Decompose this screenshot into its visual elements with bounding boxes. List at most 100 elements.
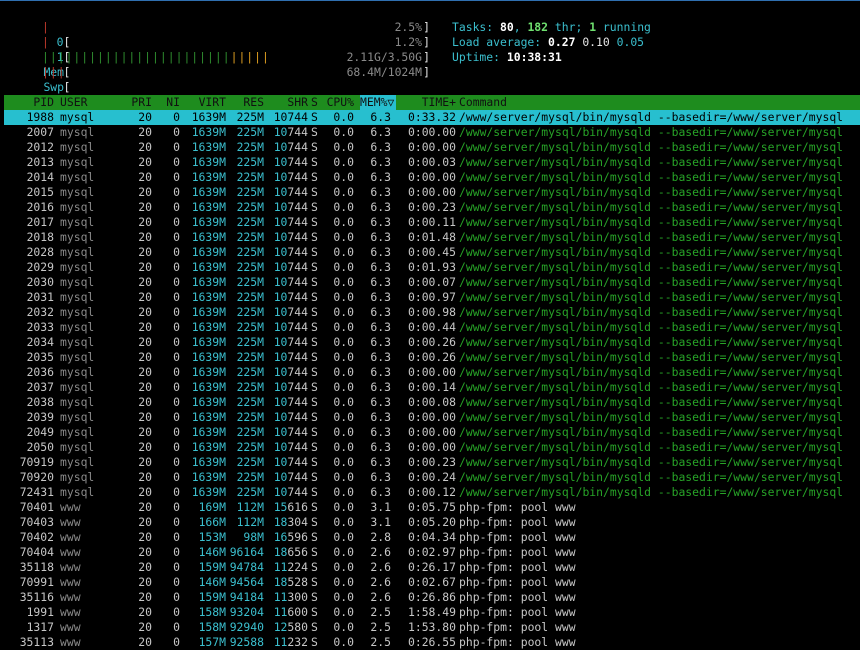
- cell-virt: 1639M: [191, 200, 226, 214]
- table-row[interactable]: 2038 mysql 20 0 1639M 225M 10744 S 0.0 6.3 0:00.08…: [4, 395, 860, 410]
- cell-cpu: 0.0: [333, 140, 354, 154]
- col-res[interactable]: RES: [228, 95, 264, 110]
- table-row[interactable]: 2036 mysql 20 0 1639M 225M 10744 S 0.0 6.3 0:00.00…: [4, 365, 860, 380]
- table-row[interactable]: 1988 mysql 20 0 1639M 225M 10744 S 0.0 6.3 0:33.32…: [4, 110, 860, 125]
- col-user[interactable]: USER: [60, 95, 87, 110]
- cell-cpu: 0.0: [333, 470, 354, 484]
- table-row[interactable]: 2018 mysql 20 0 1639M 225M 10744 S 0.0 6.3 0:01.48…: [4, 230, 860, 245]
- table-row[interactable]: 2007 mysql 20 0 1639M 225M 10744 S 0.0 6.3 0:00.00…: [4, 125, 860, 140]
- table-row[interactable]: 72431 mysql 20 0 1639M 225M 10744 S 0.0 6.3 0:00.1…: [4, 485, 860, 500]
- cell-pid: 70919: [19, 455, 54, 469]
- table-row[interactable]: 2012 mysql 20 0 1639M 225M 10744 S 0.0 6.3 0:00.00…: [4, 140, 860, 155]
- table-row[interactable]: 70920 mysql 20 0 1639M 225M 10744 S 0.0 6.3 0:00.2…: [4, 470, 860, 485]
- table-row[interactable]: 70919 mysql 20 0 1639M 225M 10744 S 0.0 6.3 0:00.2…: [4, 455, 860, 470]
- table-row[interactable]: 70402 www 20 0 153M 98M 16596 S 0.0 2.8 0:04.34 php…: [4, 530, 860, 545]
- col-ni[interactable]: NI: [154, 95, 180, 110]
- cell-state: S: [311, 500, 318, 514]
- cell-command: /www/server/mysql/bin/mysqld --basedir=/…: [459, 170, 844, 184]
- table-row[interactable]: 2035 mysql 20 0 1639M 225M 10744 S 0.0 6.3 0:00.26…: [4, 350, 860, 365]
- cell-state: S: [311, 320, 318, 334]
- cell-virt: 1639M: [191, 455, 226, 469]
- table-row[interactable]: 2030 mysql 20 0 1639M 225M 10744 S 0.0 6.3 0:00.07…: [4, 275, 860, 290]
- col-pri[interactable]: PRI: [104, 95, 152, 110]
- table-row[interactable]: 70401 www 20 0 169M 112M 15616 S 0.0 3.1 0:05.75 ph…: [4, 500, 860, 515]
- cell-shr: 10744: [273, 215, 308, 229]
- cell-virt: 1639M: [191, 335, 226, 349]
- process-table: PID USER PRI NI VIRT RES SHR S CPU% MEM%…: [4, 95, 860, 650]
- table-row[interactable]: 2034 mysql 20 0 1639M 225M 10744 S 0.0 6.3 0:00.26…: [4, 335, 860, 350]
- cell-cpu: 0.0: [333, 365, 354, 379]
- table-row[interactable]: 70404 www 20 0 146M 96164 18656 S 0.0 2.6 0:02.97 p…: [4, 545, 860, 560]
- cell-mem: 6.3: [370, 275, 391, 289]
- cell-pri: 20: [138, 275, 152, 289]
- cell-res: 225M: [236, 485, 264, 499]
- cell-pid: 2032: [26, 305, 54, 319]
- cell-user: mysql: [60, 155, 95, 169]
- cell-command: php-fpm: pool www: [459, 635, 576, 649]
- table-row[interactable]: 2017 mysql 20 0 1639M 225M 10744 S 0.0 6.3 0:00.11…: [4, 215, 860, 230]
- uptime-line: Uptime: 10:38:31: [452, 50, 562, 64]
- table-row[interactable]: 2050 mysql 20 0 1639M 225M 10744 S 0.0 6.3 0:00.00…: [4, 440, 860, 455]
- cell-cpu: 0.0: [333, 350, 354, 364]
- col-shr[interactable]: SHR: [266, 95, 308, 110]
- table-row[interactable]: 2013 mysql 20 0 1639M 225M 10744 S 0.0 6.3 0:00.03…: [4, 155, 860, 170]
- cell-pid: 2029: [26, 260, 54, 274]
- col-time[interactable]: TIME+: [394, 95, 456, 110]
- cell-command: php-fpm: pool www: [459, 590, 576, 604]
- table-row[interactable]: 1991 www 20 0 158M 93204 11600 S 0.0 2.5 1:58.49 ph…: [4, 605, 860, 620]
- cell-pid: 2017: [26, 215, 54, 229]
- table-row[interactable]: 2014 mysql 20 0 1639M 225M 10744 S 0.0 6.3 0:00.00…: [4, 170, 860, 185]
- table-row[interactable]: 2049 mysql 20 0 1639M 225M 10744 S 0.0 6.3 0:00.00…: [4, 425, 860, 440]
- cell-res: 225M: [236, 155, 264, 169]
- col-mem-sorted[interactable]: MEM%▽: [360, 95, 396, 110]
- cell-user: mysql: [60, 275, 95, 289]
- cell-command: /www/server/mysql/bin/mysqld --basedir=/…: [459, 290, 844, 304]
- cell-res: 225M: [236, 470, 264, 484]
- cell-pid: 35118: [19, 560, 54, 574]
- table-row[interactable]: 2039 mysql 20 0 1639M 225M 10744 S 0.0 6.3 0:00.00…: [4, 410, 860, 425]
- table-row[interactable]: 35118 www 20 0 159M 94784 11224 S 0.0 2.6 0:26.17 p…: [4, 560, 860, 575]
- cell-mem: 6.3: [370, 215, 391, 229]
- cell-cpu: 0.0: [333, 245, 354, 259]
- table-row[interactable]: 70991 www 20 0 146M 94564 18528 S 0.0 2.6 0:02.67 p…: [4, 575, 860, 590]
- table-row[interactable]: 1317 www 20 0 158M 92940 12580 S 0.0 2.5 1:53.80 ph…: [4, 620, 860, 635]
- cell-command: php-fpm: pool www: [459, 545, 576, 559]
- cell-pid: 2050: [26, 440, 54, 454]
- cell-time: 0:00.00: [407, 365, 456, 379]
- col-state[interactable]: S: [311, 95, 321, 110]
- cell-shr: 10744: [273, 125, 308, 139]
- cell-shr: 10744: [273, 155, 308, 169]
- cell-virt: 158M: [198, 605, 226, 619]
- load-1: 0.27: [548, 35, 576, 49]
- table-row[interactable]: 2032 mysql 20 0 1639M 225M 10744 S 0.0 6.3 0:00.98…: [4, 305, 860, 320]
- col-virt[interactable]: VIRT: [182, 95, 226, 110]
- cell-state: S: [311, 575, 318, 589]
- cell-pri: 20: [138, 350, 152, 364]
- cell-ni: 0: [173, 245, 180, 259]
- cell-mem: 6.3: [370, 200, 391, 214]
- cell-res: 225M: [236, 425, 264, 439]
- cell-command: /www/server/mysql/bin/mysqld --basedir=/…: [459, 455, 844, 469]
- table-row[interactable]: 2029 mysql 20 0 1639M 225M 10744 S 0.0 6.3 0:01.93…: [4, 260, 860, 275]
- cell-shr: 10744: [273, 140, 308, 154]
- col-command[interactable]: Command: [459, 95, 860, 110]
- cell-user: mysql: [60, 200, 95, 214]
- cell-pri: 20: [138, 485, 152, 499]
- cell-ni: 0: [173, 455, 180, 469]
- table-row[interactable]: 2031 mysql 20 0 1639M 225M 10744 S 0.0 6.3 0:00.97…: [4, 290, 860, 305]
- cell-pri: 20: [138, 395, 152, 409]
- table-row[interactable]: 2016 mysql 20 0 1639M 225M 10744 S 0.0 6.3 0:00.23…: [4, 200, 860, 215]
- table-row[interactable]: 70403 www 20 0 166M 112M 18304 S 0.0 3.1 0:05.20 ph…: [4, 515, 860, 530]
- col-pid[interactable]: PID: [4, 95, 54, 110]
- cell-pri: 20: [138, 170, 152, 184]
- table-row[interactable]: 35113 www 20 0 157M 92588 11232 S 0.0 2.5 0:26.55 p…: [4, 635, 860, 650]
- table-row[interactable]: 2037 mysql 20 0 1639M 225M 10744 S 0.0 6.3 0:00.14…: [4, 380, 860, 395]
- table-row[interactable]: 2015 mysql 20 0 1639M 225M 10744 S 0.0 6.3 0:00.00…: [4, 185, 860, 200]
- table-row[interactable]: 35116 www 20 0 159M 94184 11300 S 0.0 2.6 0:26.86 p…: [4, 590, 860, 605]
- table-row[interactable]: 2028 mysql 20 0 1639M 225M 10744 S 0.0 6.3 0:00.45…: [4, 245, 860, 260]
- cell-state: S: [311, 215, 318, 229]
- cell-virt: 1639M: [191, 425, 226, 439]
- col-cpu[interactable]: CPU%: [324, 95, 354, 110]
- cell-user: mysql: [60, 140, 95, 154]
- table-row[interactable]: 2033 mysql 20 0 1639M 225M 10744 S 0.0 6.3 0:00.44…: [4, 320, 860, 335]
